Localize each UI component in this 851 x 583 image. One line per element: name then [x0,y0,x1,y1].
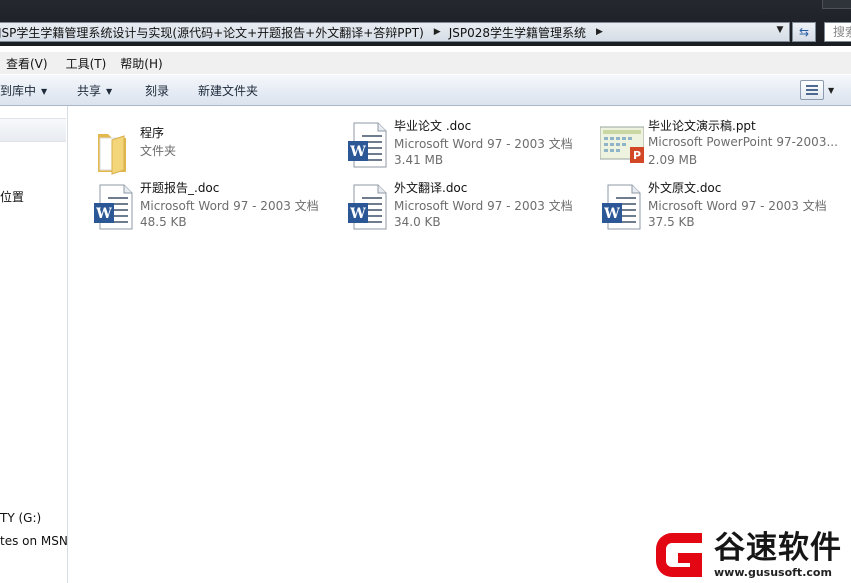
include-in-library-label: 到库中 [0,84,37,98]
file-item-presentation[interactable]: P 毕业论文演示稿.ppt Microsoft PowerPoint 97-20… [594,117,838,169]
menu-bar: 查看(V) 工具(T) 帮助(H) [0,52,851,74]
file-type: Microsoft PowerPoint 97-2003... [648,135,838,149]
file-item-original-text[interactable]: W 外文原文.doc Microsoft Word 97 - 2003 文档 3… [594,179,834,231]
file-name: 程序 [140,126,165,140]
nav-item-msn[interactable]: tes on MSN [0,534,68,548]
file-size: 2.09 MB [648,153,698,167]
chevron-down-icon: ▼ [41,87,48,96]
new-folder-button[interactable]: 新建文件夹 [198,82,258,99]
burn-button[interactable]: 刻录 [145,82,169,99]
file-item-folder[interactable]: 程序 文件夹 [86,124,326,176]
window-control[interactable] [822,0,851,9]
file-name: 开题报告_.doc [140,181,220,195]
svg-text:P: P [633,149,641,162]
file-type: Microsoft Word 97 - 2003 文档 [648,199,827,213]
svg-text:W: W [349,206,366,222]
file-size: 37.5 KB [648,215,695,229]
search-input[interactable]: 搜索 [824,22,851,42]
file-type: Microsoft Word 97 - 2003 文档 [394,199,573,213]
nav-selected-item[interactable] [0,118,66,142]
chevron-right-icon[interactable]: ▶ [588,27,611,37]
refresh-button[interactable]: ⇆ [792,22,816,42]
menu-tools[interactable]: 工具(T) [60,55,115,72]
watermark-text: 谷速软件 [714,530,842,566]
file-name: 外文原文.doc [648,181,722,195]
svg-text:W: W [349,144,366,160]
word-doc-icon: W [602,184,641,230]
file-type: 文件夹 [140,144,177,158]
menu-help[interactable]: 帮助(H) [114,55,170,72]
file-name: 毕业论文演示稿.ppt [648,119,756,133]
nav-item-locations[interactable]: 位置 [0,188,24,205]
file-item-thesis[interactable]: W 毕业论文 .doc Microsoft Word 97 - 2003 文档 … [340,117,580,169]
file-size: 34.0 KB [394,215,441,229]
chevron-down-icon[interactable]: ▼ [828,86,834,95]
watermark-url: www.gususoft.com [714,566,832,579]
nav-item-drive-g[interactable]: TY (G:) [0,511,41,525]
file-size: 3.41 MB [394,153,444,167]
svg-text:W: W [603,206,620,222]
folder-icon [98,134,126,175]
address-bar[interactable]: JSP学生学籍管理系统设计与实现(源代码+论文+开题报告+外文翻译+答辩PPT)… [0,22,790,42]
word-doc-icon: W [94,184,133,230]
chevron-down-icon: ▼ [106,87,113,96]
share-label: 共享 [77,84,102,98]
breadcrumb-project[interactable]: JSP学生学籍管理系统设计与实现(源代码+论文+开题报告+外文翻译+答辩PPT) [0,24,426,41]
file-type: Microsoft Word 97 - 2003 文档 [140,199,319,213]
file-name: 外文翻译.doc [394,181,468,195]
file-name: 毕业论文 .doc [394,119,472,133]
file-item-proposal[interactable]: W 开题报告_.doc Microsoft Word 97 - 2003 文档 … [86,179,326,231]
powerpoint-icon: P [600,126,644,163]
watermark-logo-icon [656,533,702,577]
change-view-button[interactable] [800,80,824,100]
menu-view[interactable]: 查看(V) [0,55,56,72]
file-size: 48.5 KB [140,215,187,229]
command-bar: 到库中 ▼ 共享 ▼ 刻录 新建文件夹 ▼ [0,75,851,106]
navigation-pane: 位置 TY (G:) tes on MSN [0,106,68,583]
word-doc-icon: W [348,184,387,230]
window-titlebar: JSP学生学籍管理系统设计与实现(源代码+论文+开题报告+外文翻译+答辩PPT)… [0,0,851,46]
share-button[interactable]: 共享 ▼ [77,82,112,99]
word-doc-icon: W [348,122,387,168]
chevron-right-icon[interactable]: ▶ [426,27,449,37]
include-in-library-button[interactable]: 到库中 ▼ [0,82,47,99]
file-type: Microsoft Word 97 - 2003 文档 [394,137,573,151]
file-item-translation[interactable]: W 外文翻译.doc Microsoft Word 97 - 2003 文档 3… [340,179,580,231]
breadcrumb-system[interactable]: JSP028学生学籍管理系统 [449,24,588,41]
svg-text:W: W [95,206,112,222]
chevron-down-icon[interactable]: ▼ [773,25,787,35]
watermark: 谷速软件 www.gususoft.com [652,522,851,583]
refresh-icon: ⇆ [798,25,810,39]
